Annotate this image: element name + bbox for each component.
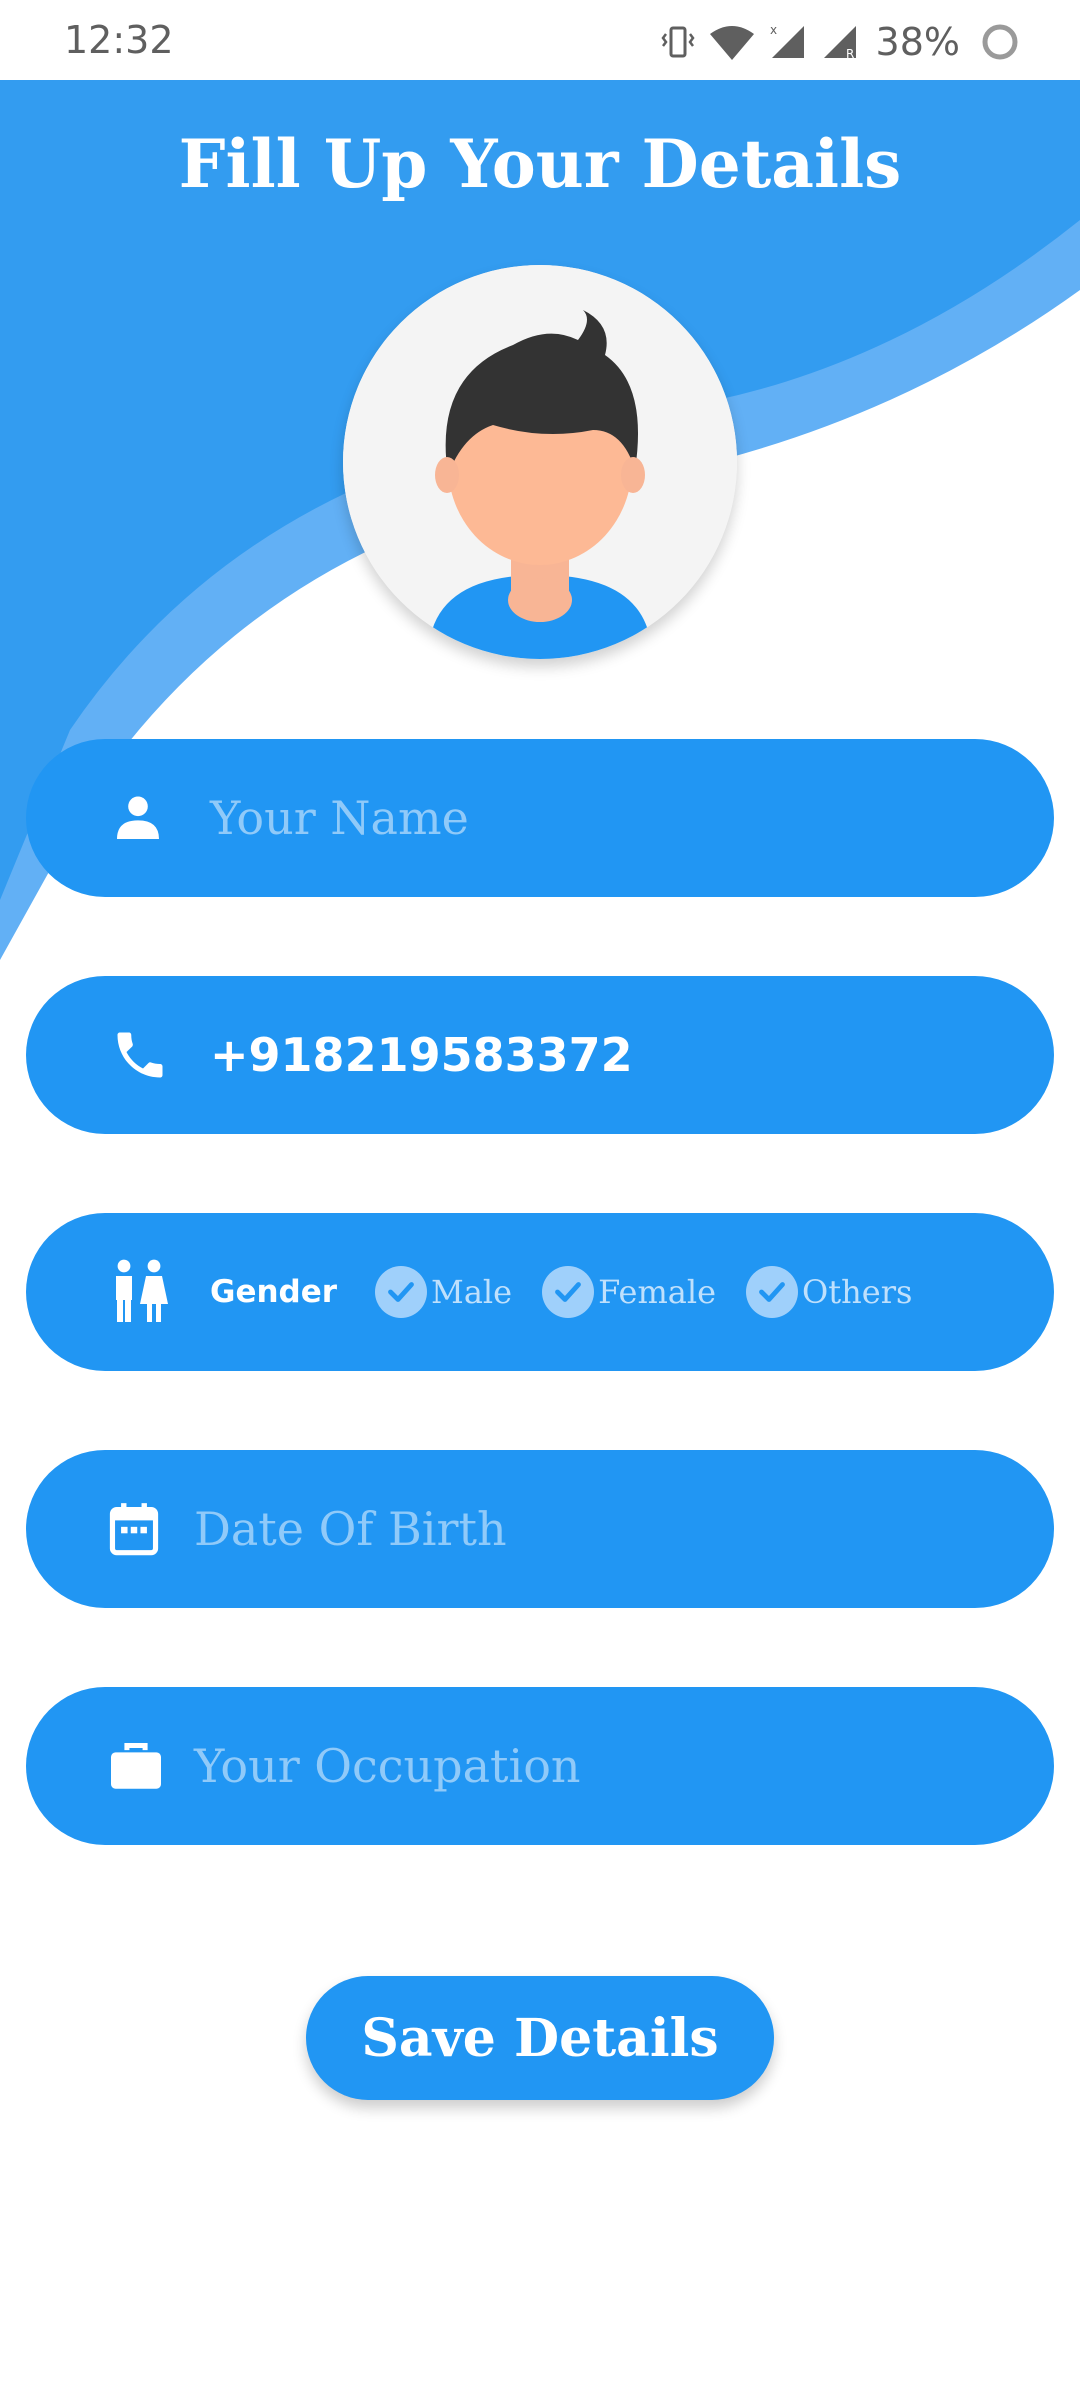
- vibrate-icon: [660, 24, 696, 60]
- dob-field[interactable]: Date Of Birth: [26, 1450, 1054, 1608]
- status-icons: x R 38%: [660, 14, 1020, 70]
- check-icon[interactable]: [746, 1266, 799, 1318]
- gender-option-label: Others: [802, 1273, 913, 1311]
- person-icon: [110, 790, 166, 846]
- name-input[interactable]: Your Name: [210, 791, 469, 845]
- status-time: 12:32: [64, 18, 174, 62]
- avatar[interactable]: [343, 265, 737, 659]
- page-title: Fill Up Your Details: [178, 125, 902, 203]
- gender-option-female[interactable]: Female: [542, 1266, 716, 1318]
- calendar-icon: [108, 1501, 160, 1557]
- gender-options: Gender Male Female Others: [210, 1266, 942, 1318]
- svg-text:x: x: [770, 23, 777, 37]
- briefcase-icon: [108, 1741, 164, 1791]
- phone-field[interactable]: +918219583372: [26, 976, 1054, 1134]
- wifi-icon: [708, 22, 756, 62]
- occupation-field[interactable]: Your Occupation: [26, 1687, 1054, 1845]
- phone-icon: [110, 1025, 170, 1085]
- avatar-illustration: [343, 265, 737, 659]
- battery-percent: 38%: [875, 20, 960, 64]
- gender-option-label: Male: [431, 1273, 513, 1311]
- gender-icon: [110, 1257, 170, 1327]
- signal-roaming-icon: R: [820, 22, 860, 62]
- gender-option-male[interactable]: Male: [375, 1266, 512, 1318]
- check-icon[interactable]: [542, 1266, 595, 1318]
- gender-label: Gender: [210, 1274, 338, 1310]
- dob-input[interactable]: Date Of Birth: [194, 1502, 507, 1556]
- phone-input[interactable]: +918219583372: [210, 1028, 633, 1082]
- status-bar: 12:32 x R 38%: [0, 0, 1080, 80]
- signal-icon: x: [768, 22, 808, 62]
- save-details-button[interactable]: Save Details: [306, 1976, 774, 2100]
- gender-field: Gender Male Female Others: [26, 1213, 1054, 1371]
- name-field[interactable]: Your Name: [26, 739, 1054, 897]
- occupation-input[interactable]: Your Occupation: [194, 1739, 581, 1793]
- check-icon[interactable]: [375, 1266, 428, 1318]
- gender-option-label: Female: [598, 1273, 717, 1311]
- svg-text:R: R: [846, 47, 854, 61]
- gender-option-others[interactable]: Others: [746, 1266, 912, 1318]
- battery-icon: [980, 22, 1020, 62]
